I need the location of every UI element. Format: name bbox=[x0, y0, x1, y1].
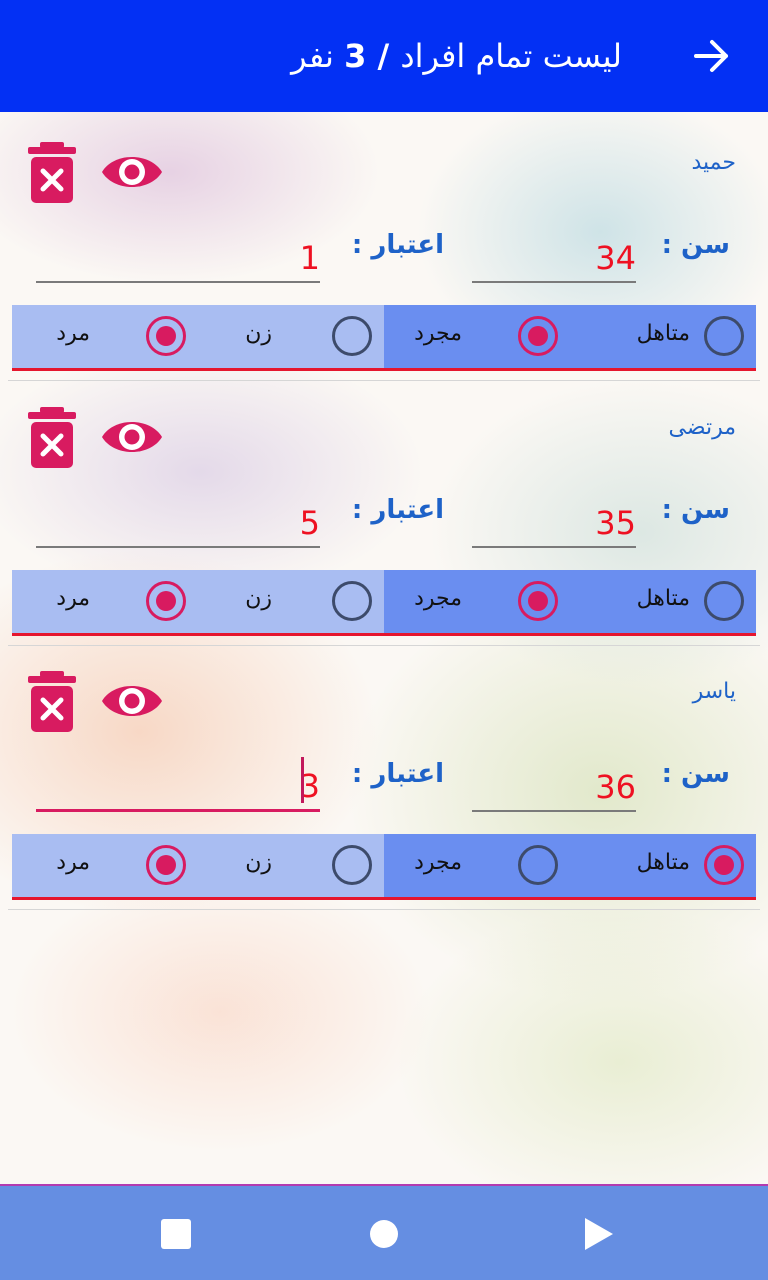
square-icon[interactable] bbox=[158, 1216, 194, 1252]
credit-field[interactable]: 5 bbox=[36, 498, 320, 548]
options-bar: مرد زن مجرد متاهل bbox=[12, 305, 756, 371]
person-name: مرتضی bbox=[668, 415, 736, 440]
age-field[interactable]: 36 bbox=[472, 762, 636, 812]
person-name: یاسر bbox=[692, 679, 736, 704]
female-label: زن bbox=[245, 850, 272, 875]
divider bbox=[8, 909, 760, 910]
age-value: 36 bbox=[595, 768, 636, 806]
page-title-separator: / bbox=[366, 37, 401, 75]
credit-label: اعتبار : bbox=[351, 495, 444, 525]
single-label: مجرد bbox=[414, 586, 462, 611]
male-radio[interactable] bbox=[146, 845, 186, 885]
trash-x-icon[interactable] bbox=[26, 407, 78, 469]
male-radio[interactable] bbox=[146, 581, 186, 621]
married-label: متاهل bbox=[636, 321, 690, 346]
person-card: یاسر سن : 36 اعتبار : 3 مرد زن مجرد متاه… bbox=[0, 641, 768, 910]
circle-icon[interactable] bbox=[366, 1216, 402, 1252]
female-radio[interactable] bbox=[332, 581, 372, 621]
married-label: متاهل bbox=[636, 586, 690, 611]
eye-icon[interactable] bbox=[100, 148, 164, 196]
female-radio[interactable] bbox=[332, 316, 372, 356]
gender-group: مرد زن bbox=[12, 305, 384, 368]
credit-label: اعتبار : bbox=[351, 230, 444, 260]
page-title-unit: نفر bbox=[291, 37, 345, 75]
male-label: مرد bbox=[56, 321, 90, 346]
credit-field[interactable]: 1 bbox=[36, 233, 320, 283]
married-radio[interactable] bbox=[704, 316, 744, 356]
page-title: لیست تمام افراد / 3 نفر bbox=[291, 32, 622, 80]
person-list: حمید سن : 34 اعتبار : 1 مرد زن مجرد متاه… bbox=[0, 112, 768, 1184]
single-label: مجرد bbox=[414, 321, 462, 346]
page-title-text: لیست تمام افراد bbox=[400, 37, 622, 75]
marital-group: مجرد متاهل bbox=[384, 570, 756, 633]
male-radio[interactable] bbox=[146, 316, 186, 356]
arrow-right-icon[interactable] bbox=[692, 36, 732, 76]
eye-icon[interactable] bbox=[100, 677, 164, 725]
trash-x-icon[interactable] bbox=[26, 671, 78, 733]
single-radio[interactable] bbox=[518, 316, 558, 356]
options-bar: مرد زن مجرد متاهل bbox=[12, 570, 756, 636]
text-cursor bbox=[301, 757, 304, 803]
married-radio[interactable] bbox=[704, 845, 744, 885]
age-label: سن : bbox=[661, 495, 730, 525]
age-label: سن : bbox=[661, 230, 730, 260]
gender-group: مرد زن bbox=[12, 570, 384, 633]
single-label: مجرد bbox=[414, 850, 462, 875]
age-value: 34 bbox=[595, 239, 636, 277]
person-card: حمید سن : 34 اعتبار : 1 مرد زن مجرد متاه… bbox=[0, 112, 768, 381]
triangle-back-icon[interactable] bbox=[580, 1216, 616, 1252]
female-label: زن bbox=[245, 586, 272, 611]
male-label: مرد bbox=[56, 850, 90, 875]
married-radio[interactable] bbox=[704, 581, 744, 621]
female-label: زن bbox=[245, 321, 272, 346]
app-bar: لیست تمام افراد / 3 نفر bbox=[0, 0, 768, 112]
trash-x-icon[interactable] bbox=[26, 142, 78, 204]
credit-label: اعتبار : bbox=[351, 759, 444, 789]
eye-icon[interactable] bbox=[100, 413, 164, 461]
marital-group: مجرد متاهل bbox=[384, 834, 756, 897]
credit-field[interactable]: 3 bbox=[36, 757, 320, 812]
person-count: 3 bbox=[344, 37, 367, 75]
person-name: حمید bbox=[691, 150, 736, 175]
age-field[interactable]: 34 bbox=[472, 233, 636, 283]
person-card: مرتضی سن : 35 اعتبار : 5 مرد زن مجرد متا… bbox=[0, 377, 768, 646]
marital-group: مجرد متاهل bbox=[384, 305, 756, 368]
age-value: 35 bbox=[595, 504, 636, 542]
system-nav-bar bbox=[0, 1184, 768, 1280]
credit-value: 1 bbox=[299, 239, 320, 277]
options-bar: مرد زن مجرد متاهل bbox=[12, 834, 756, 900]
single-radio[interactable] bbox=[518, 581, 558, 621]
male-label: مرد bbox=[56, 586, 90, 611]
age-field[interactable]: 35 bbox=[472, 498, 636, 548]
single-radio[interactable] bbox=[518, 845, 558, 885]
female-radio[interactable] bbox=[332, 845, 372, 885]
age-label: سن : bbox=[661, 759, 730, 789]
married-label: متاهل bbox=[636, 850, 690, 875]
gender-group: مرد زن bbox=[12, 834, 384, 897]
credit-value: 5 bbox=[299, 504, 320, 542]
